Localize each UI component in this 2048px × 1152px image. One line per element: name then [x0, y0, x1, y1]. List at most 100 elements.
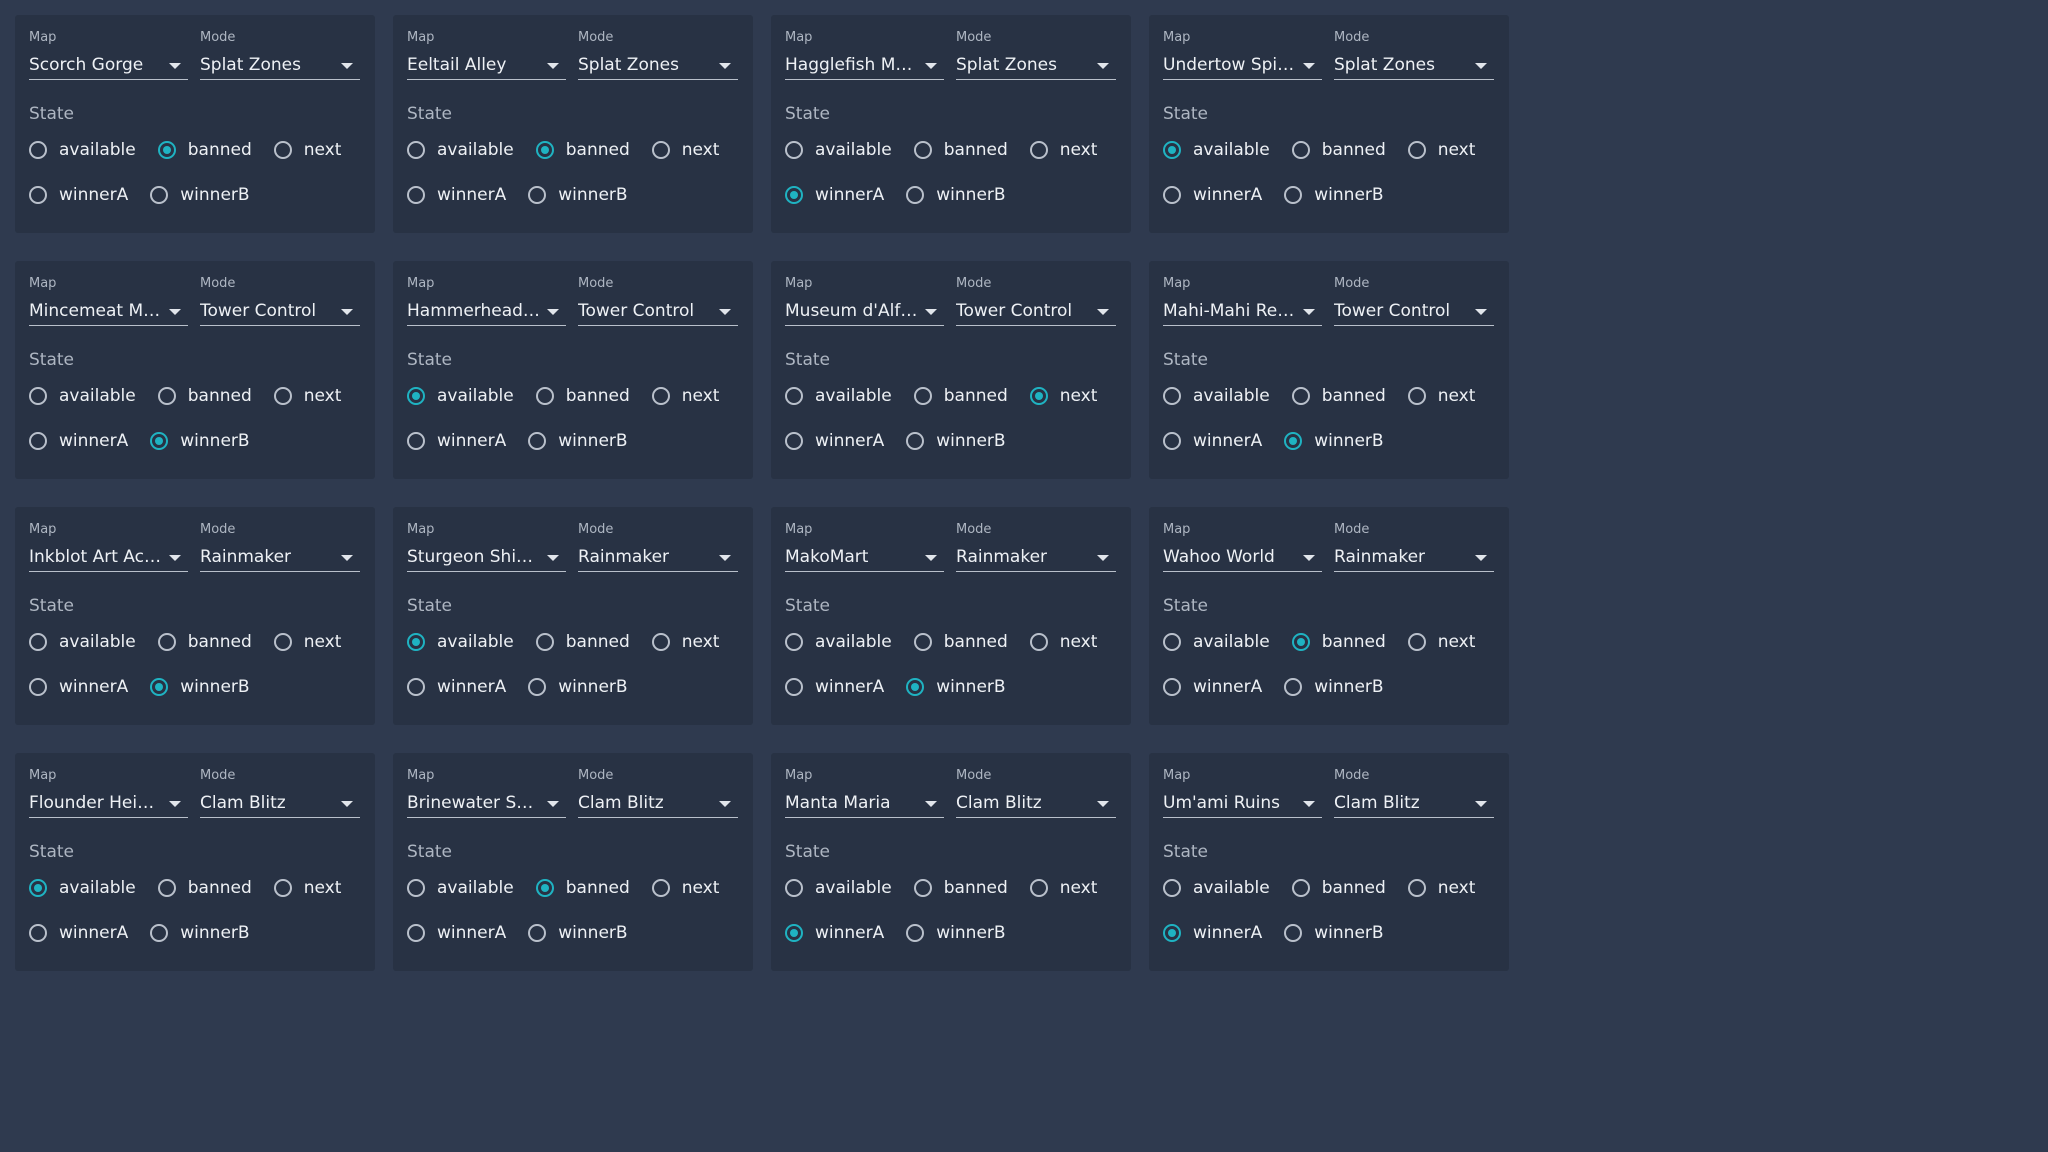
mode-select[interactable]: Mode Rainmaker — [956, 522, 1116, 572]
radio-circle-icon[interactable] — [157, 141, 176, 159]
radio-circle-icon[interactable] — [651, 387, 670, 405]
radio-winnerA[interactable]: winnerA — [1163, 923, 1262, 943]
radio-circle-icon[interactable] — [535, 633, 554, 651]
radio-winnerA[interactable]: winnerA — [407, 431, 506, 451]
radio-banned[interactable]: banned — [913, 632, 1008, 652]
radio-available[interactable]: available — [29, 140, 136, 160]
mode-select[interactable]: Mode Splat Zones — [200, 30, 360, 80]
radio-circle-icon[interactable] — [273, 633, 292, 651]
radio-circle-icon[interactable] — [407, 678, 425, 696]
radio-circle-icon[interactable] — [1163, 432, 1181, 450]
radio-banned[interactable]: banned — [535, 632, 630, 652]
radio-circle-icon[interactable] — [785, 186, 803, 204]
radio-available[interactable]: available — [407, 140, 514, 160]
radio-circle-icon[interactable] — [1291, 141, 1310, 159]
map-select[interactable]: Map Mincemeat Metalworks — [29, 276, 188, 326]
radio-winnerA[interactable]: winnerA — [407, 923, 506, 943]
radio-circle-icon[interactable] — [906, 432, 925, 450]
map-select[interactable]: Map Brinewater Springs — [407, 768, 566, 818]
radio-next[interactable]: next — [651, 632, 719, 652]
radio-winnerA[interactable]: winnerA — [29, 677, 128, 697]
radio-circle-icon[interactable] — [1407, 387, 1426, 405]
radio-circle-icon[interactable] — [29, 186, 47, 204]
radio-next[interactable]: next — [651, 878, 719, 898]
radio-next[interactable]: next — [1407, 632, 1475, 652]
radio-circle-icon[interactable] — [407, 924, 425, 942]
radio-circle-icon[interactable] — [1407, 633, 1426, 651]
radio-next[interactable]: next — [1029, 140, 1097, 160]
radio-circle-icon[interactable] — [785, 387, 803, 405]
map-select[interactable]: Map Museum d'Alfonsino — [785, 276, 944, 326]
radio-winnerB[interactable]: winnerB — [150, 431, 250, 451]
radio-circle-icon[interactable] — [150, 678, 169, 696]
radio-circle-icon[interactable] — [785, 678, 803, 696]
radio-circle-icon[interactable] — [1029, 633, 1048, 651]
mode-select[interactable]: Mode Tower Control — [956, 276, 1116, 326]
radio-circle-icon[interactable] — [157, 387, 176, 405]
radio-next[interactable]: next — [1029, 632, 1097, 652]
radio-next[interactable]: next — [273, 140, 341, 160]
radio-circle-icon[interactable] — [273, 387, 292, 405]
radio-circle-icon[interactable] — [785, 432, 803, 450]
map-select[interactable]: Map Wahoo World — [1163, 522, 1322, 572]
radio-available[interactable]: available — [29, 878, 136, 898]
radio-winnerB[interactable]: winnerB — [906, 185, 1006, 205]
radio-winnerB[interactable]: winnerB — [906, 431, 1006, 451]
radio-winnerA[interactable]: winnerA — [1163, 185, 1262, 205]
radio-circle-icon[interactable] — [1163, 924, 1181, 942]
radio-winnerB[interactable]: winnerB — [150, 677, 250, 697]
map-select[interactable]: Map Scorch Gorge — [29, 30, 188, 80]
radio-banned[interactable]: banned — [1291, 140, 1386, 160]
mode-select[interactable]: Mode Splat Zones — [956, 30, 1116, 80]
radio-banned[interactable]: banned — [535, 878, 630, 898]
radio-circle-icon[interactable] — [535, 879, 554, 897]
map-select[interactable]: Map Mahi-Mahi Resort — [1163, 276, 1322, 326]
radio-winnerB[interactable]: winnerB — [528, 431, 628, 451]
radio-circle-icon[interactable] — [535, 141, 554, 159]
radio-winnerB[interactable]: winnerB — [150, 185, 250, 205]
radio-banned[interactable]: banned — [535, 140, 630, 160]
radio-circle-icon[interactable] — [528, 924, 547, 942]
radio-circle-icon[interactable] — [407, 633, 425, 651]
radio-available[interactable]: available — [785, 140, 892, 160]
map-select[interactable]: Map Eeltail Alley — [407, 30, 566, 80]
mode-select[interactable]: Mode Tower Control — [578, 276, 738, 326]
radio-next[interactable]: next — [273, 386, 341, 406]
map-select[interactable]: Map Flounder Heights — [29, 768, 188, 818]
radio-banned[interactable]: banned — [157, 386, 252, 406]
radio-available[interactable]: available — [1163, 878, 1270, 898]
radio-circle-icon[interactable] — [29, 879, 47, 897]
radio-available[interactable]: available — [1163, 140, 1270, 160]
radio-winnerB[interactable]: winnerB — [150, 923, 250, 943]
radio-circle-icon[interactable] — [407, 879, 425, 897]
radio-winnerB[interactable]: winnerB — [906, 677, 1006, 697]
radio-circle-icon[interactable] — [407, 387, 425, 405]
mode-select[interactable]: Mode Clam Blitz — [1334, 768, 1494, 818]
radio-circle-icon[interactable] — [1029, 141, 1048, 159]
radio-winnerA[interactable]: winnerA — [785, 185, 884, 205]
radio-available[interactable]: available — [29, 386, 136, 406]
radio-circle-icon[interactable] — [1284, 678, 1303, 696]
radio-winnerA[interactable]: winnerA — [407, 185, 506, 205]
radio-winnerA[interactable]: winnerA — [785, 923, 884, 943]
map-select[interactable]: Map Hammerhead Bridge — [407, 276, 566, 326]
mode-select[interactable]: Mode Clam Blitz — [956, 768, 1116, 818]
radio-winnerB[interactable]: winnerB — [528, 923, 628, 943]
radio-circle-icon[interactable] — [785, 141, 803, 159]
mode-select[interactable]: Mode Tower Control — [200, 276, 360, 326]
radio-circle-icon[interactable] — [1163, 678, 1181, 696]
radio-circle-icon[interactable] — [1291, 633, 1310, 651]
radio-circle-icon[interactable] — [1029, 387, 1048, 405]
radio-available[interactable]: available — [785, 632, 892, 652]
radio-next[interactable]: next — [273, 632, 341, 652]
radio-winnerA[interactable]: winnerA — [407, 677, 506, 697]
radio-circle-icon[interactable] — [29, 141, 47, 159]
radio-circle-icon[interactable] — [1029, 879, 1048, 897]
radio-next[interactable]: next — [651, 140, 719, 160]
radio-circle-icon[interactable] — [150, 186, 169, 204]
radio-next[interactable]: next — [1407, 140, 1475, 160]
radio-banned[interactable]: banned — [535, 386, 630, 406]
mode-select[interactable]: Mode Clam Blitz — [578, 768, 738, 818]
radio-circle-icon[interactable] — [906, 678, 925, 696]
radio-circle-icon[interactable] — [785, 924, 803, 942]
